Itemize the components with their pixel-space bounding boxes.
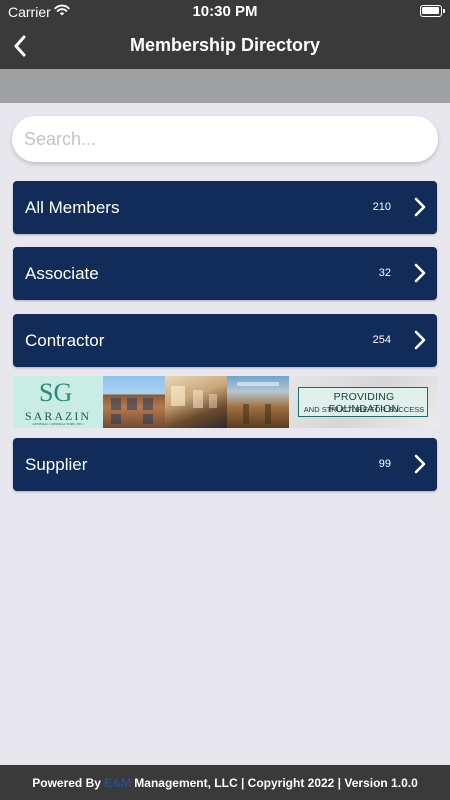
toolbar-band bbox=[0, 69, 450, 103]
building-photo bbox=[103, 376, 165, 428]
footer-brand: E&M bbox=[104, 775, 131, 790]
app-header: Carrier 10:30 PM Membership Directory bbox=[0, 0, 450, 69]
chevron-right-icon bbox=[414, 454, 426, 474]
search-bar bbox=[12, 116, 438, 162]
sponsor-banner[interactable]: SG SARAZIN GENERAL CONTRACTORS, INC. PRO… bbox=[13, 376, 437, 428]
page-title: Membership Directory bbox=[129, 35, 321, 55]
battery-icon bbox=[420, 5, 445, 17]
category-label: Supplier bbox=[25, 455, 88, 474]
category-row-associate[interactable]: Associate 32 bbox=[13, 247, 437, 300]
sponsor-logo: SG SARAZIN GENERAL CONTRACTORS, INC. bbox=[13, 376, 103, 428]
category-label: Associate bbox=[25, 264, 99, 283]
sponsor-tagline: PROVIDING FOUNDATION AND STRUCTURE FOR S… bbox=[289, 376, 437, 428]
logo-monogram: SG bbox=[39, 378, 73, 407]
category-count: 32 bbox=[378, 267, 391, 279]
status-time: 10:30 PM bbox=[192, 3, 258, 20]
category-row-all-members[interactable]: All Members 210 bbox=[13, 181, 437, 234]
footer: Powered By E&M Management, LLC | Copyrig… bbox=[0, 765, 450, 800]
category-count: 254 bbox=[372, 334, 391, 346]
atrium-photo bbox=[227, 376, 289, 428]
chevron-right-icon bbox=[414, 330, 426, 350]
footer-suffix: Management, LLC | Copyright 2022 | Versi… bbox=[130, 775, 418, 790]
chevron-right-icon bbox=[414, 197, 426, 217]
category-count: 210 bbox=[372, 201, 391, 213]
status-bar: Carrier 10:30 PM bbox=[0, 0, 450, 24]
category-count: 99 bbox=[378, 458, 391, 470]
category-label: All Members bbox=[25, 198, 120, 217]
footer-prefix: Powered By bbox=[32, 775, 105, 790]
search-input[interactable] bbox=[12, 116, 438, 162]
category-row-contractor[interactable]: Contractor 254 bbox=[13, 314, 437, 367]
interior-photo bbox=[165, 376, 227, 428]
chevron-right-icon bbox=[414, 263, 426, 283]
logo-subtitle: GENERAL CONTRACTORS, INC. bbox=[32, 422, 84, 426]
category-label: Contractor bbox=[25, 331, 105, 350]
tagline-line2: AND STRUCTURE FOR SUCCESS bbox=[303, 405, 425, 414]
category-row-supplier[interactable]: Supplier 99 bbox=[13, 438, 437, 491]
navigation-bar: Membership Directory bbox=[0, 24, 450, 69]
